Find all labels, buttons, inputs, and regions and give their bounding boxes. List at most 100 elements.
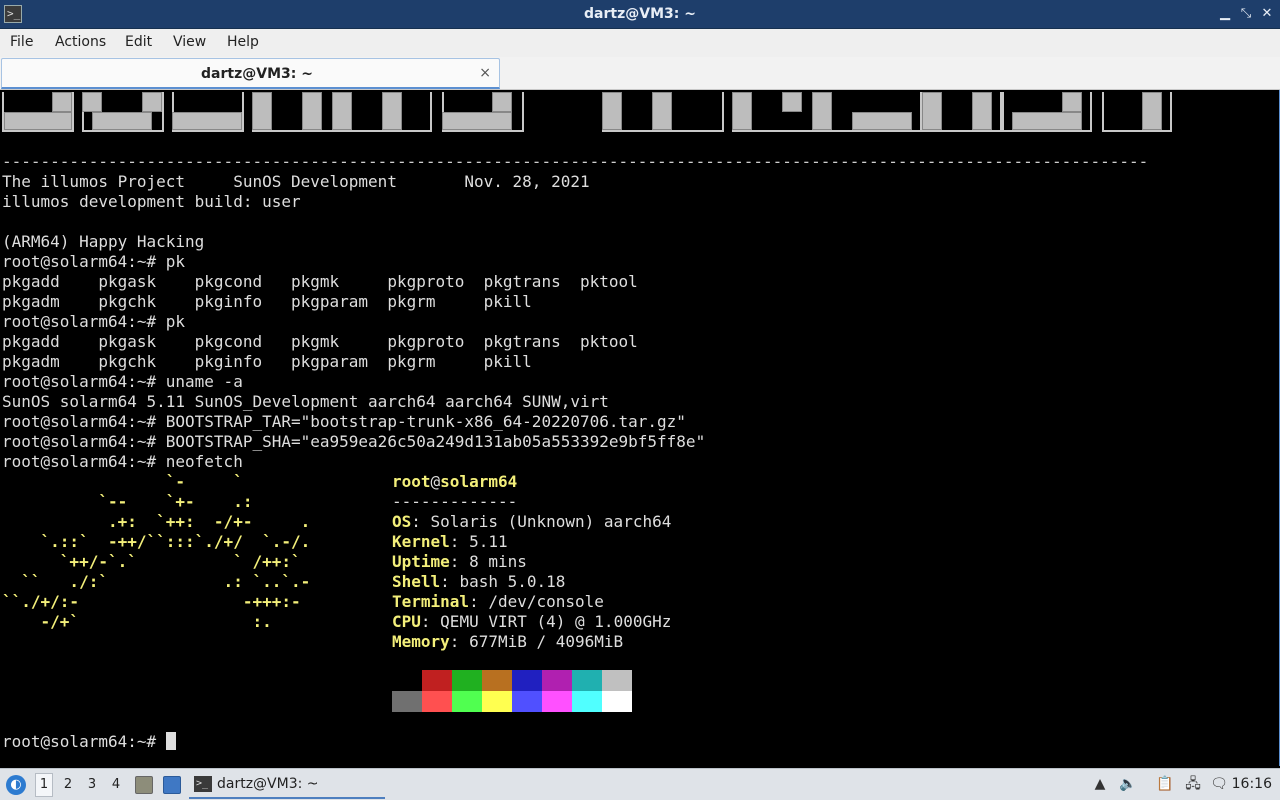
neofetch-field: Kernel: 5.11 [392, 532, 508, 551]
neofetch-host: solarm64 [440, 472, 518, 491]
menu-help[interactable]: Help [227, 34, 259, 50]
logo-line: `-- `+- .: [2, 492, 253, 511]
terminal-line: pkgadd pkgask pkgcond pkgmk pkgproto pkg… [2, 332, 638, 351]
neofetch-field: Memory: 677MiB / 4096MiB [392, 632, 624, 651]
neofetch-field-key: CPU [392, 612, 421, 631]
workspace-1[interactable]: 1 [35, 773, 53, 797]
workspace-3[interactable]: 3 [83, 777, 101, 792]
neofetch-field-value: 677MiB / 4096MiB [469, 632, 624, 651]
neofetch-field-value: /dev/console [488, 592, 604, 611]
logo-line: `` ./:` .: `..`.- [2, 572, 311, 591]
terminal-output[interactable]: ----------------------------------------… [0, 90, 1280, 766]
color-swatch [512, 691, 542, 712]
logo-line: -/+` :. [2, 612, 272, 631]
tab-bar: dartz@VM3: ~ × [0, 57, 1280, 90]
neofetch-underline: ------------- [392, 492, 518, 511]
text-cursor [165, 732, 176, 750]
window-titlebar[interactable]: >_ dartz@VM3: ~ ▁ ⤡ ✕ [0, 0, 1280, 29]
banner-separator: ----------------------------------------… [2, 152, 1149, 171]
shell-prompt: root@solarm64:~# [2, 732, 166, 751]
neofetch-field-key: OS [392, 512, 412, 531]
menu-edit[interactable]: Edit [125, 34, 152, 50]
color-swatch [422, 670, 452, 691]
neofetch-field: OS: Solaris (Unknown) aarch64 [392, 512, 672, 531]
taskbar-window-label: dartz@VM3: ~ [217, 776, 319, 792]
menu-file[interactable]: File [10, 34, 33, 50]
terminal-line: SunOS solarm64 5.11 SunOS_Development aa… [2, 392, 609, 411]
terminal-line: pkgadm pkgchk pkginfo pkgparam pkgrm pki… [2, 292, 532, 311]
neofetch-field-key: Kernel [392, 532, 450, 551]
color-swatch [512, 670, 542, 691]
shell-prompt-line[interactable]: root@solarm64:~# [2, 732, 176, 752]
taskbar-window-terminal[interactable]: >_ dartz@VM3: ~ [189, 771, 385, 799]
terminal-line: illumos development build: user [2, 192, 301, 211]
tab-label: dartz@VM3: ~ [201, 66, 313, 82]
terminal-history: The illumos Project SunOS Development No… [2, 172, 705, 472]
neofetch-info: root@solarm64 ------------- OS: Solaris … [392, 472, 671, 652]
terminal-line: root@solarm64:~# pk [2, 312, 186, 331]
color-swatch [392, 691, 422, 712]
terminal-line: root@solarm64:~# neofetch [2, 452, 243, 471]
color-swatch [482, 670, 512, 691]
logo-line: `++/-`.` ` /++:` [2, 552, 301, 571]
neofetch-field-value: bash 5.0.18 [459, 572, 566, 591]
neofetch-field-key: Shell [392, 572, 441, 591]
workspace-4[interactable]: 4 [107, 777, 125, 792]
terminal-line: root@solarm64:~# BOOTSTRAP_SHA="ea959ea2… [2, 432, 706, 451]
show-desktop-icon[interactable] [163, 776, 181, 794]
neofetch-field-value: Solaris (Unknown) aarch64 [430, 512, 672, 531]
color-swatch [542, 691, 572, 712]
file-manager-icon[interactable] [135, 776, 153, 794]
terminal-icon: >_ [194, 776, 212, 792]
workspace-2[interactable]: 2 [59, 777, 77, 792]
logo-line: `.::` -++/``:::`./+/ `.-/. [2, 532, 311, 551]
color-swatch [542, 670, 572, 691]
close-icon[interactable]: ✕ [1259, 5, 1275, 23]
neofetch-field-value: QEMU VIRT (4) @ 1.000GHz [440, 612, 672, 631]
color-swatch [602, 670, 632, 691]
terminal-line: root@solarm64:~# uname -a [2, 372, 243, 391]
terminal-line: pkgadd pkgask pkgcond pkgmk pkgproto pkg… [2, 272, 638, 291]
terminal-line: pkgadm pkgchk pkginfo pkgparam pkgrm pki… [2, 352, 532, 371]
restore-icon[interactable]: ⤡ [1238, 5, 1254, 23]
neofetch-field: CPU: QEMU VIRT (4) @ 1.000GHz [392, 612, 672, 631]
network-icon[interactable]: 🖧 [1184, 775, 1202, 793]
neofetch-field-key: Terminal [392, 592, 470, 611]
neofetch-field-key: Memory [392, 632, 450, 651]
color-swatch [452, 670, 482, 691]
terminal-line: (ARM64) Happy Hacking [2, 232, 205, 251]
volume-icon[interactable]: 🔈 [1119, 775, 1137, 793]
terminal-line: The illumos Project SunOS Development No… [2, 172, 590, 191]
clock[interactable]: 16:16 [1232, 776, 1272, 792]
logo-line: ``./+/:- -+++:- [2, 592, 301, 611]
color-swatch [482, 691, 512, 712]
taskbar: ◐ 1 2 3 4 >_ dartz@VM3: ~ ▲ 🔈 📋 🖧 🗨 16:1… [0, 768, 1280, 800]
neofetch-field-key: Uptime [392, 552, 450, 571]
neofetch-title: root@solarm64 [392, 472, 671, 492]
menu-actions[interactable]: Actions [55, 34, 106, 50]
logo-line: .+: `++: -/+- . [2, 512, 311, 531]
color-swatch [392, 670, 422, 691]
neofetch-field: Shell: bash 5.0.18 [392, 572, 566, 591]
color-swatch [452, 691, 482, 712]
start-menu-icon[interactable]: ◐ [6, 775, 26, 795]
neofetch-at: @ [430, 472, 441, 491]
color-swatch [572, 691, 602, 712]
color-palette [392, 670, 632, 712]
terminal-line: root@solarm64:~# pk [2, 252, 186, 271]
terminal-line: root@solarm64:~# BOOTSTRAP_TAR="bootstra… [2, 412, 686, 431]
menu-view[interactable]: View [173, 34, 206, 50]
logo-line: `- ` [2, 472, 243, 491]
notification-icon[interactable]: 🗨 [1210, 775, 1228, 793]
neofetch-field-value: 5.11 [469, 532, 508, 551]
scroll-up-icon[interactable]: ▲ [1091, 775, 1109, 793]
color-swatch [572, 670, 602, 691]
clipboard-icon[interactable]: 📋 [1156, 775, 1174, 793]
tab-terminal[interactable]: dartz@VM3: ~ × [1, 58, 500, 89]
window-title: dartz@VM3: ~ [584, 6, 696, 22]
neofetch-field: Uptime: 8 mins [392, 552, 527, 571]
minimize-icon[interactable]: ▁ [1217, 5, 1233, 23]
neofetch-field: Terminal: /dev/console [392, 592, 604, 611]
tab-close-icon[interactable]: × [479, 65, 491, 81]
